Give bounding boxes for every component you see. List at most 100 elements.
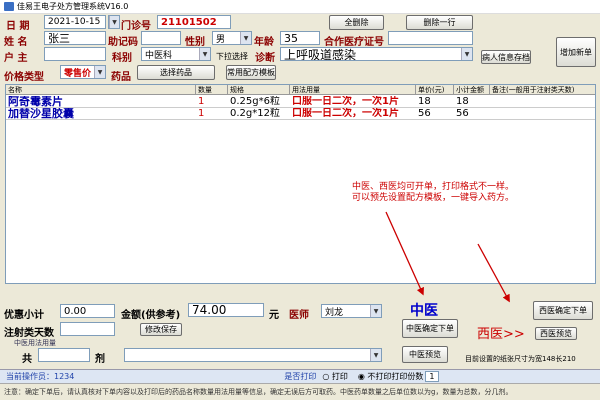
price-type-label: 价格类型 xyxy=(4,72,44,83)
row-price: 18 xyxy=(418,96,431,107)
doctor-value: 刘龙 xyxy=(325,307,344,318)
print-question: 是否打印 xyxy=(284,372,317,381)
modify-save-button[interactable]: 修改保存 xyxy=(140,323,182,336)
annotation-line-2: 可以预先设置配方模板，一键导入药方。 xyxy=(352,193,515,203)
gender-select[interactable]: 男 ▼ xyxy=(212,31,252,45)
dose-unit-label: 剂 xyxy=(95,354,105,365)
add-new-button[interactable]: 增加新单 xyxy=(556,37,596,67)
row-name: 阿奇霉素片 xyxy=(8,96,63,108)
row-subtotal: 56 xyxy=(456,108,469,119)
date-dropdown[interactable]: ▼ xyxy=(108,15,120,29)
no-print-option-label: 不打印 xyxy=(367,372,392,381)
hint-text: 注意：确定下单后，请认真核对下单内容以及打印后的药品名称数量用法用量等信息，确定… xyxy=(4,388,513,396)
delete-row-button[interactable]: 删除一行 xyxy=(406,15,473,30)
table-row[interactable]: 加替沙星胶囊 1 0.2g*12粒 口服一日二次，一次1片 56 56 xyxy=(6,108,595,120)
row-spec: 0.25g*6粒 xyxy=(230,96,280,107)
chevron-down-icon: ▼ xyxy=(240,32,251,44)
row-subtotal: 18 xyxy=(456,96,469,107)
operator-label: 当前操作员： xyxy=(6,372,54,381)
price-type-select[interactable]: 零售价 ▼ xyxy=(60,65,106,79)
print-radio[interactable]: ○ 打印 xyxy=(322,371,348,382)
date-value: 2021-10-15 xyxy=(48,17,101,27)
chevron-down-icon: ▼ xyxy=(461,48,472,60)
row-remark xyxy=(490,108,596,120)
memo-code-label: 助记码 xyxy=(108,37,138,48)
owner-label: 户 主 xyxy=(4,53,28,64)
memo-code-input[interactable] xyxy=(141,31,181,45)
dept-label: 科别 xyxy=(112,53,132,64)
insurance-label: 合作医疗证号 xyxy=(324,37,384,48)
row-qty: 1 xyxy=(198,108,205,119)
arrow-to-western xyxy=(477,243,510,303)
gender-value: 男 xyxy=(216,34,226,45)
discount-input[interactable]: 0.00 xyxy=(60,304,115,318)
tcm-big-label: 中医 xyxy=(410,303,438,319)
diagnosis-select[interactable]: 上呼吸道感染 ▼ xyxy=(280,47,473,61)
injection-days-label: 注射类天数 xyxy=(4,328,54,339)
insurance-input[interactable] xyxy=(388,31,473,45)
col-subtotal: 小计金额 xyxy=(454,85,490,95)
price-type-value: 零售价 xyxy=(64,68,92,79)
col-usage: 用法用量 xyxy=(290,85,416,95)
delete-all-button[interactable]: 全删除 xyxy=(329,15,384,30)
name-label: 姓 名 xyxy=(4,37,28,48)
clinic-no-input[interactable]: 21101502 xyxy=(157,15,231,29)
app-icon xyxy=(4,2,14,11)
injection-days-input[interactable] xyxy=(60,322,115,336)
western-big-label: 西医>> xyxy=(477,327,525,342)
tcm-confirm-button[interactable]: 中医确定下单 xyxy=(402,319,458,338)
row-qty: 1 xyxy=(198,96,205,107)
age-input[interactable]: 35 xyxy=(280,31,320,45)
arrow-to-tcm xyxy=(385,211,424,296)
western-confirm-button[interactable]: 西医确定下单 xyxy=(533,301,593,320)
print-copies-input[interactable]: 1 xyxy=(425,371,439,382)
print-option-label: 打印 xyxy=(331,372,348,381)
date-label: 日 期 xyxy=(6,21,30,32)
tcm-preview-button[interactable]: 中医预览 xyxy=(402,346,448,363)
col-qty: 数量 xyxy=(196,85,228,95)
status-bar: 当前操作员： 1234 是否打印 ○ 打印 ◉ 不打印 打印份数 1 xyxy=(0,369,600,383)
age-label: 年龄 xyxy=(254,37,274,48)
total-dose-input[interactable] xyxy=(38,348,90,362)
amount-input[interactable]: 74.00 xyxy=(188,303,264,317)
doctor-label: 医师 xyxy=(289,310,309,321)
doctor-select[interactable]: 刘龙 ▼ xyxy=(321,304,382,318)
col-remark: 备注(一般用于注射类天数) xyxy=(492,86,575,94)
table-header: 名称 数量 规格 用法用量 单价(元) 小计金额 备注(一般用于注射类天数) xyxy=(6,85,595,95)
table-row[interactable]: 阿奇霉素片 1 0.25g*6粒 口服一日二次，一次1片 18 18 xyxy=(6,96,595,108)
chevron-down-icon: ▼ xyxy=(199,48,210,60)
window-title: 佳易王电子处方管理系统V16.0 xyxy=(17,2,129,11)
date-picker[interactable]: 2021-10-15 xyxy=(44,15,106,29)
select-drug-button[interactable]: 选择药品 xyxy=(137,65,215,80)
tcm-usage-label: 中医用法用量 xyxy=(14,339,56,347)
no-print-radio[interactable]: ◉ 不打印 xyxy=(358,371,392,382)
name-input[interactable]: 张三 xyxy=(44,31,106,45)
main-window: 日 期 2021-10-15 ▼ 门诊号 21101502 全删除 删除一行 姓… xyxy=(0,14,600,400)
chevron-down-icon: ▼ xyxy=(370,305,381,317)
row-usage: 口服一日二次，一次1片 xyxy=(292,108,399,119)
row-usage: 口服一日二次，一次1片 xyxy=(292,96,399,107)
yuan-label: 元 xyxy=(269,310,279,321)
hint-bar: 注意：确定下单后，请认真核对下单内容以及打印后的药品名称数量用法用量等信息，确定… xyxy=(0,383,600,400)
col-price: 单价(元) xyxy=(416,85,454,95)
total-label: 共 xyxy=(22,354,32,365)
clinic-no-label: 门诊号 xyxy=(121,21,151,32)
diagnosis-label: 诊断 xyxy=(255,53,275,64)
discount-label: 优惠小计 xyxy=(4,310,44,321)
dropdown-hint: 下拉选择 xyxy=(216,52,248,61)
chevron-down-icon: ▼ xyxy=(370,349,381,361)
row-spec: 0.2g*12粒 xyxy=(230,108,280,119)
annotation-line-1: 中医、西医均可开单，打印格式不一样。 xyxy=(352,182,515,192)
col-name: 名称 xyxy=(6,85,196,95)
patient-save-button[interactable]: 病人信息存档 xyxy=(481,50,531,64)
col-spec: 规格 xyxy=(228,85,290,95)
tcm-usage-select[interactable]: ▼ xyxy=(124,348,382,362)
western-preview-button[interactable]: 西医预览 xyxy=(535,327,577,340)
template-button[interactable]: 常用配方模板 xyxy=(226,65,276,80)
owner-input[interactable] xyxy=(44,47,106,61)
dept-select[interactable]: 中医科 ▼ xyxy=(141,47,211,61)
chevron-down-icon: ▼ xyxy=(94,66,105,78)
diagnosis-value: 上呼吸道感染 xyxy=(284,47,357,61)
annotation-arrows xyxy=(385,211,510,303)
paper-size-text: 目前设置的纸张尺寸为宽148长210 xyxy=(465,355,576,363)
